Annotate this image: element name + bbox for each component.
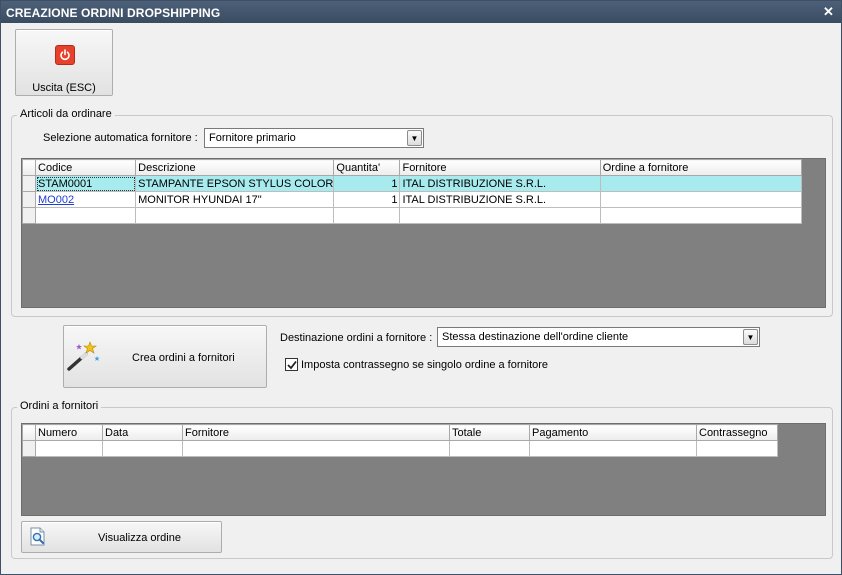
visualizza-ordine-button[interactable]: Visualizza ordine xyxy=(21,521,222,553)
cell-descrizione[interactable]: MONITOR HYUNDAI 17" xyxy=(135,191,335,208)
cell-ordine[interactable] xyxy=(599,175,803,192)
row-selector[interactable] xyxy=(21,207,37,224)
cell-empty[interactable] xyxy=(35,207,137,224)
document-search-icon xyxy=(30,527,45,546)
exit-button[interactable]: Uscita (ESC) xyxy=(15,29,113,96)
articoli-grid[interactable]: Codice Descrizione Quantita' Fornitore O… xyxy=(21,158,826,308)
column-header-data[interactable]: Data xyxy=(102,424,183,441)
checkmark-icon xyxy=(287,360,297,370)
table-row-new[interactable] xyxy=(22,440,778,457)
window-title: CREAZIONE ORDINI DROPSHIPPING xyxy=(6,6,221,20)
cell-fornitore[interactable]: ITAL DISTRIBUZIONE S.R.L. xyxy=(399,191,601,208)
contrassegno-checkbox[interactable] xyxy=(285,358,298,371)
crea-ordini-label: Crea ordini a fornitori xyxy=(132,352,235,364)
supplier-select-value: Fornitore primario xyxy=(209,132,296,144)
column-header-numero[interactable]: Numero xyxy=(35,424,103,441)
row-selector[interactable] xyxy=(22,440,36,457)
ordini-grid[interactable]: Numero Data Fornitore Totale Pagamento C… xyxy=(21,423,826,516)
column-header-pagamento[interactable]: Pagamento xyxy=(529,424,697,441)
chevron-down-icon[interactable]: ▼ xyxy=(407,130,422,146)
column-header-ordine[interactable]: Ordine a fornitore xyxy=(599,159,803,176)
row-selector[interactable] xyxy=(21,191,37,208)
cell-empty[interactable] xyxy=(529,440,697,457)
cell-empty[interactable] xyxy=(182,440,450,457)
ordini-table: Numero Data Fornitore Totale Pagamento C… xyxy=(22,424,778,457)
destinazione-select-value: Stessa destinazione dell'ordine cliente xyxy=(442,331,629,343)
ordini-header-row: Numero Data Fornitore Totale Pagamento C… xyxy=(22,424,778,441)
contrassegno-label[interactable]: Imposta contrassegno se singolo ordine a… xyxy=(301,359,548,371)
cell-codice[interactable]: STAM0001 xyxy=(35,175,137,192)
table-row[interactable]: STAM0001 STAMPANTE EPSON STYLUS COLOR ..… xyxy=(21,175,803,192)
exit-button-label: Uscita (ESC) xyxy=(32,82,96,94)
row-selector-header xyxy=(22,424,36,441)
supplier-select-label: Selezione automatica fornitore : xyxy=(43,132,198,144)
magic-wand-icon xyxy=(67,341,100,371)
cell-empty[interactable] xyxy=(333,207,401,224)
cell-quantita[interactable]: 1 xyxy=(333,191,401,208)
column-header-fornitore[interactable]: Fornitore xyxy=(182,424,450,441)
row-selector[interactable] xyxy=(21,175,37,192)
column-header-contrassegno[interactable]: Contrassegno xyxy=(696,424,778,441)
cell-fornitore[interactable]: ITAL DISTRIBUZIONE S.R.L. xyxy=(399,175,601,192)
cell-empty[interactable] xyxy=(399,207,601,224)
destinazione-select[interactable]: Stessa destinazione dell'ordine cliente … xyxy=(437,327,760,347)
power-icon xyxy=(55,45,75,65)
cell-descrizione[interactable]: STAMPANTE EPSON STYLUS COLOR ... xyxy=(135,175,335,192)
table-row-new[interactable] xyxy=(21,207,803,224)
ordini-group-title: Ordini a fornitori xyxy=(17,400,102,412)
column-header-fornitore[interactable]: Fornitore xyxy=(399,159,601,176)
column-header-quantita[interactable]: Quantita' xyxy=(333,159,401,176)
cell-empty[interactable] xyxy=(696,440,778,457)
column-header-descrizione[interactable]: Descrizione xyxy=(135,159,335,176)
chevron-down-icon[interactable]: ▼ xyxy=(743,329,758,345)
dropshipping-window: CREAZIONE ORDINI DROPSHIPPING ✕ Uscita (… xyxy=(0,0,842,575)
supplier-select[interactable]: Fornitore primario ▼ xyxy=(204,128,424,148)
cell-codice-link[interactable]: MO002 xyxy=(35,191,137,208)
table-row[interactable]: MO002 MONITOR HYUNDAI 17" 1 ITAL DISTRIB… xyxy=(21,191,803,208)
articoli-group-title: Articoli da ordinare xyxy=(17,108,115,120)
articoli-table: Codice Descrizione Quantita' Fornitore O… xyxy=(21,159,803,224)
column-header-codice[interactable]: Codice xyxy=(35,159,137,176)
title-bar: CREAZIONE ORDINI DROPSHIPPING ✕ xyxy=(1,1,841,23)
cell-empty[interactable] xyxy=(449,440,530,457)
close-icon[interactable]: ✕ xyxy=(821,4,836,19)
cell-quantita[interactable]: 1 xyxy=(333,175,401,192)
articoli-header-row: Codice Descrizione Quantita' Fornitore O… xyxy=(21,159,803,176)
cell-empty[interactable] xyxy=(35,440,103,457)
cell-empty[interactable] xyxy=(135,207,335,224)
cell-ordine[interactable] xyxy=(599,191,803,208)
column-header-totale[interactable]: Totale xyxy=(449,424,530,441)
visualizza-ordine-label: Visualizza ordine xyxy=(98,532,181,544)
crea-ordini-button[interactable]: Crea ordini a fornitori xyxy=(63,325,267,388)
cell-empty[interactable] xyxy=(599,207,803,224)
cell-empty[interactable] xyxy=(102,440,183,457)
destinazione-label: Destinazione ordini a fornitore : xyxy=(280,332,433,344)
row-selector-header xyxy=(21,159,37,176)
